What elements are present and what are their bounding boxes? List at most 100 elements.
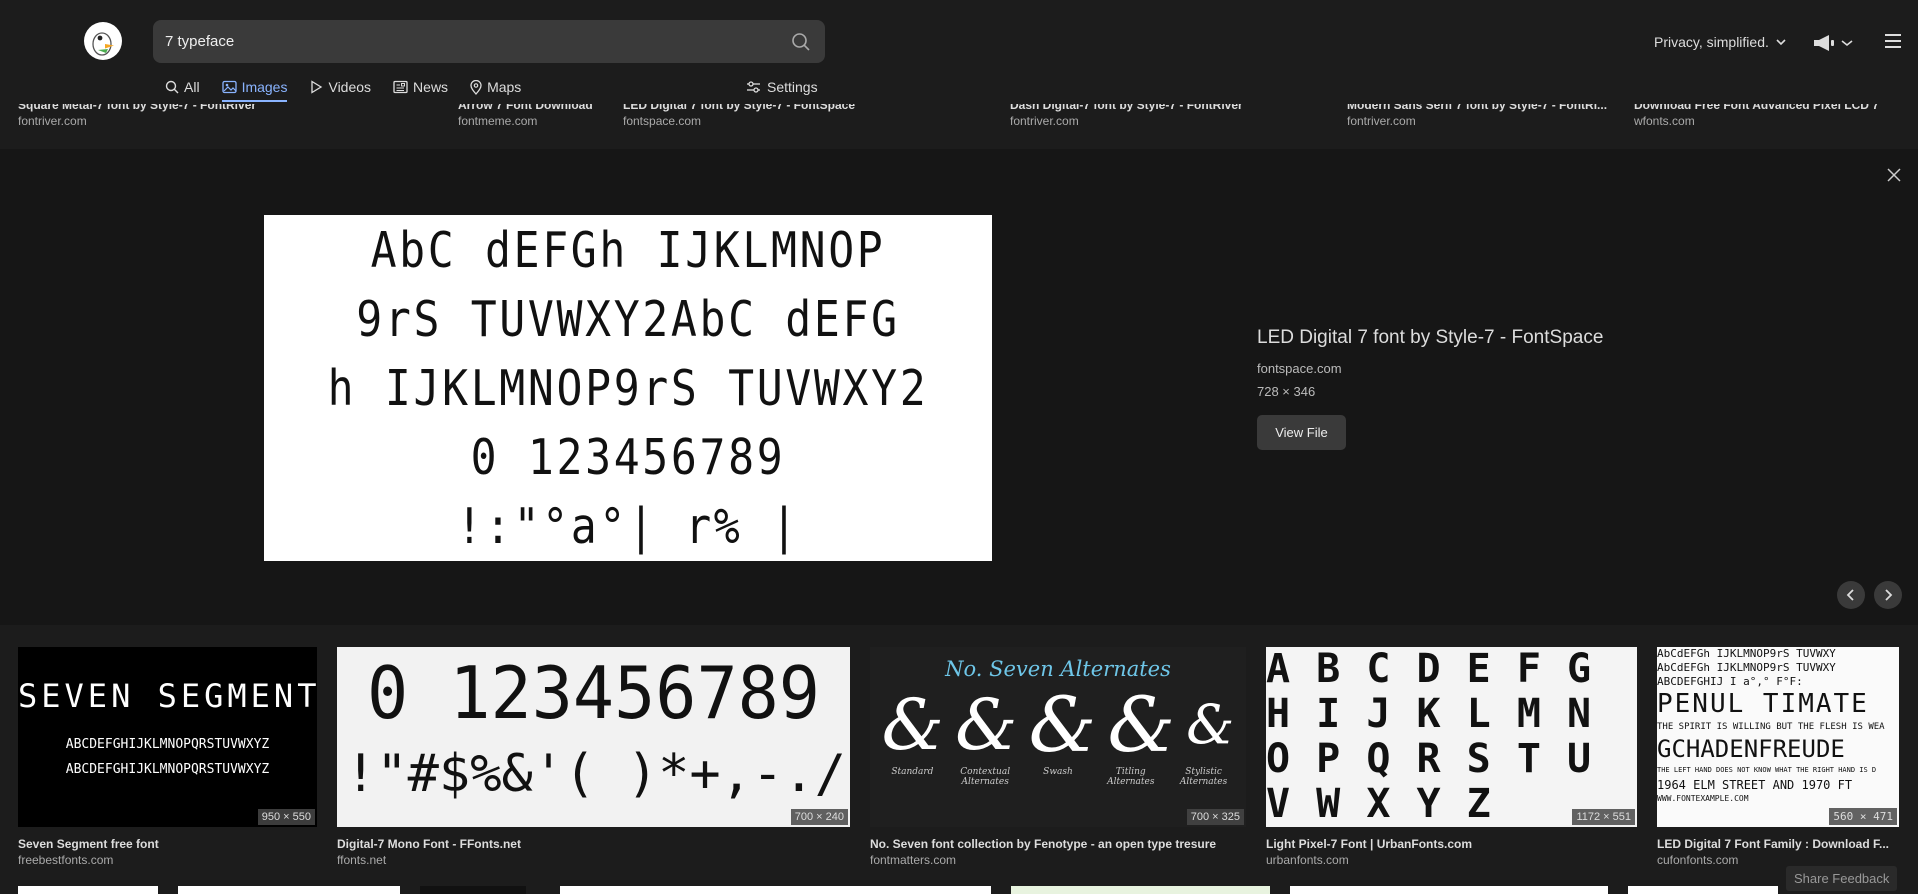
result-title: Digital-7 Mono Font - FFonts.net	[337, 837, 521, 851]
preview-line: !:"°a°| r% |	[456, 498, 800, 555]
thumbnail-text: AbCdEFGh IJKLMNOP9rS TUVWXY	[1657, 647, 1836, 660]
previous-image-button[interactable]	[1837, 581, 1865, 609]
preview-line: 0 123456789	[470, 429, 786, 486]
dimensions-badge: 950 × 550	[257, 809, 315, 825]
result-source: ffonts.net	[337, 853, 387, 867]
image-icon	[221, 80, 237, 94]
glyph-caption: Standard	[891, 767, 934, 777]
app-root: All Images Videos News Maps Settings	[0, 0, 1918, 894]
thumbnail-text: WWW.FONTEXAMPLE.COM	[1657, 794, 1749, 803]
image-title[interactable]: LED Digital 7 font by Style-7 - FontSpac…	[1257, 327, 1603, 349]
next-row-thumbnail[interactable]	[1011, 886, 1270, 894]
settings-button[interactable]: Settings	[746, 76, 818, 98]
result-title: No. Seven font collection by Fenotype - …	[870, 837, 1217, 851]
thumbnail-text: THE LEFT HAND DOES NOT KNOW WHAT THE RIG…	[1657, 766, 1877, 774]
image-info: LED Digital 7 font by Style-7 - FontSpac…	[1257, 327, 1603, 450]
image-result-tile[interactable]: 0 123456789 !"#$%&'( )*+,-./ 700 × 240 D…	[337, 647, 850, 867]
privacy-dropdown[interactable]: Privacy, simplified.	[1654, 34, 1787, 50]
next-row-thumbnail[interactable]	[1290, 886, 1608, 894]
close-icon[interactable]	[1886, 167, 1902, 183]
search-icon[interactable]	[791, 32, 811, 52]
chevron-left-icon	[1846, 589, 1854, 601]
dimensions-badge: 700 × 325	[1186, 809, 1244, 825]
announcements-dropdown[interactable]	[1812, 34, 1854, 52]
result-source: wfonts.com	[1634, 114, 1695, 128]
thumbnail-text: A B C D E F G	[1266, 647, 1593, 692]
tab-maps[interactable]: Maps	[470, 76, 521, 98]
image-result-tile[interactable]: AbCdEFGh IJKLMNOP9rS TUVWXY AbCdEFGh IJK…	[1657, 647, 1899, 867]
tab-maps-label: Maps	[487, 79, 522, 95]
glyph-caption: Titling Alternates	[1107, 767, 1155, 787]
next-row-thumbnail[interactable]	[18, 886, 158, 894]
next-image-button[interactable]	[1874, 581, 1902, 609]
result-thumbnail: A B C D E F G H I J K L M N O P Q R S T …	[1266, 647, 1637, 827]
tab-all[interactable]: All	[165, 76, 200, 98]
hamburger-menu-icon[interactable]	[1884, 33, 1902, 49]
result-thumbnail: SEVEN SEGMENT ABCDEFGHIJKLMNOPQRSTUVWXYZ…	[18, 647, 317, 827]
next-row-thumbnail[interactable]	[850, 886, 991, 894]
view-file-button[interactable]: View File	[1257, 415, 1346, 450]
next-row-thumbnail[interactable]	[1628, 886, 1778, 894]
result-source: fontmatters.com	[870, 853, 957, 867]
search-icon	[165, 80, 179, 94]
duckduckgo-logo[interactable]	[84, 22, 122, 60]
megaphone-icon	[1814, 35, 1834, 51]
share-feedback-button[interactable]: Share Feedback	[1786, 866, 1898, 891]
tab-videos-label: Videos	[328, 79, 372, 95]
result-source: fontspace.com	[623, 114, 702, 128]
thumbnail-text: PENUL TIMATE	[1657, 689, 1869, 719]
chevron-down-icon	[1841, 40, 1853, 47]
ampersand-glyph: &	[1107, 680, 1176, 769]
ampersand-glyph: &	[1186, 693, 1235, 756]
next-row-thumbnail[interactable]	[178, 886, 400, 894]
preview-line: AbC dEFGh IJKLMNOP	[370, 222, 886, 279]
header: All Images Videos News Maps Settings	[0, 0, 1918, 104]
thumbnail-text: AbCdEFGh IJKLMNOP9rS TUVWXY	[1657, 661, 1836, 674]
search-tabs: All Images Videos News Maps	[165, 76, 543, 102]
result-title: Light Pixel-7 Font | UrbanFonts.com	[1266, 837, 1473, 851]
tab-news[interactable]: News	[393, 76, 448, 98]
search-input[interactable]	[165, 20, 765, 63]
image-source[interactable]: fontspace.com	[1257, 361, 1603, 376]
dimensions-badge: 700 × 240	[790, 809, 848, 825]
thumbnail-text: GCHADENFREUDE	[1657, 735, 1845, 763]
preview-line: h IJKLMNOP9rS TUVWXY2	[327, 360, 929, 417]
thumbnail-text: 1964 ELM STREET AND 1970 FT	[1657, 778, 1853, 792]
tab-videos[interactable]: Videos	[309, 76, 371, 98]
ampersand-glyph: &	[1028, 680, 1097, 769]
result-source: cufonfonts.com	[1657, 853, 1739, 867]
thumbnail-text: ABCDEFGHIJKLMNOPQRSTUVWXYZ	[65, 737, 270, 752]
thumbnail-heading: No. Seven Alternates	[945, 657, 1171, 681]
next-row-thumbnail[interactable]	[420, 886, 526, 894]
image-detail-panel: AbC dEFGh IJKLMNOP 9rS TUVWXY2AbC dEFG h…	[0, 149, 1918, 625]
image-result-tile[interactable]: A B C D E F G H I J K L M N O P Q R S T …	[1266, 647, 1637, 867]
result-thumbnail: No. Seven Alternates & & & & & Standard …	[870, 647, 1246, 827]
detail-navigation	[1837, 581, 1911, 609]
thumbnail-text: SEVEN SEGMENT	[18, 677, 317, 715]
privacy-label: Privacy, simplified.	[1654, 34, 1769, 50]
ampersand-glyph: &	[955, 684, 1018, 766]
image-result-tile[interactable]: SEVEN SEGMENT ABCDEFGHIJKLMNOPQRSTUVWXYZ…	[18, 647, 317, 867]
map-pin-icon	[470, 79, 482, 95]
result-title: LED Digital 7 Font Family : Download F..…	[1657, 837, 1890, 851]
result-source: fontriver.com	[18, 114, 87, 128]
settings-label: Settings	[767, 79, 818, 95]
glyph-caption: Stylistic Alternates	[1179, 767, 1228, 787]
sliders-icon	[747, 81, 760, 93]
dimensions-badge: 1172 × 551	[1572, 809, 1635, 825]
glyph-caption: Contextual Alternates	[960, 767, 1011, 787]
image-results-grid: SEVEN SEGMENT ABCDEFGHIJKLMNOPQRSTUVWXYZ…	[0, 647, 1918, 867]
result-source: fontriver.com	[1347, 114, 1416, 128]
thumbnail-text: ABCDEFGHIJ I a°,° F°F:	[1657, 675, 1803, 688]
preview-line: 9rS TUVWXY2AbC dEFG	[356, 291, 900, 348]
thumbnail-text: 0 123456789	[366, 651, 820, 735]
newspaper-icon	[393, 80, 408, 94]
next-row-thumbnail[interactable]	[560, 886, 850, 894]
thumbnail-text: !"#$%&'( )*+,-./	[345, 744, 846, 804]
image-dimensions: 728 × 346	[1257, 384, 1316, 399]
glyph-caption: Swash	[1043, 767, 1073, 777]
image-result-tile[interactable]: No. Seven Alternates & & & & & Standard …	[870, 647, 1246, 867]
preview-image[interactable]: AbC dEFGh IJKLMNOP 9rS TUVWXY2AbC dEFG h…	[264, 215, 992, 561]
tab-images[interactable]: Images	[221, 76, 288, 102]
thumbnail-text: ABCDEFGHIJKLMNOPQRSTUVWXYZ	[65, 762, 270, 777]
